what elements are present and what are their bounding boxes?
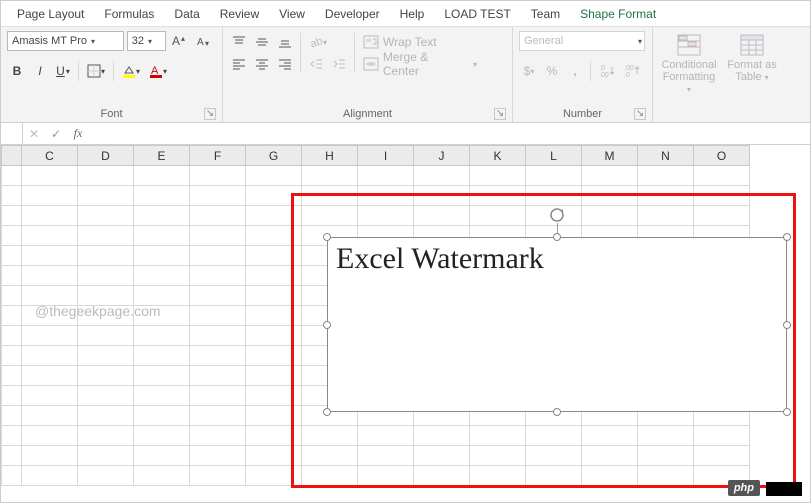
font-size-value: 32 bbox=[132, 35, 144, 47]
increase-indent-button[interactable] bbox=[329, 54, 349, 74]
column-header[interactable]: I bbox=[358, 146, 414, 166]
percent-format-button[interactable]: % bbox=[542, 61, 562, 81]
align-middle-button[interactable] bbox=[252, 32, 272, 52]
svg-text:▾: ▾ bbox=[205, 39, 209, 48]
decrease-font-size-button[interactable]: A▾ bbox=[194, 31, 216, 51]
orientation-button[interactable]: ab▾ bbox=[306, 32, 330, 52]
conditional-formatting-icon bbox=[676, 33, 702, 57]
resize-handle[interactable] bbox=[783, 233, 791, 241]
align-bottom-button[interactable] bbox=[275, 32, 295, 52]
ribbon: Amasis MT Pro ▾ 32 ▾ A▴ A▾ B I U▾ bbox=[1, 27, 810, 123]
align-left-button[interactable] bbox=[229, 54, 249, 74]
textbox-shape[interactable]: Excel Watermark bbox=[327, 237, 787, 412]
format-as-table-icon bbox=[739, 33, 765, 57]
column-header[interactable]: G bbox=[246, 146, 302, 166]
svg-text:A: A bbox=[197, 37, 204, 48]
svg-text:.00: .00 bbox=[599, 72, 609, 78]
wrap-text-button[interactable]: ab Wrap Text bbox=[360, 32, 480, 52]
resize-handle[interactable] bbox=[323, 408, 331, 416]
italic-button[interactable]: I bbox=[30, 61, 50, 81]
bold-button[interactable]: B bbox=[7, 61, 27, 81]
tab-formulas[interactable]: Formulas bbox=[94, 3, 164, 26]
name-box[interactable] bbox=[1, 123, 23, 144]
tab-help[interactable]: Help bbox=[390, 3, 435, 26]
php-badge: php bbox=[728, 480, 760, 496]
tab-developer[interactable]: Developer bbox=[315, 3, 390, 26]
chevron-down-icon: ▾ bbox=[148, 37, 152, 46]
tab-page-layout[interactable]: Page Layout bbox=[7, 3, 94, 26]
number-dialog-launcher[interactable]: ↘ bbox=[634, 108, 646, 120]
rotate-handle-icon[interactable] bbox=[549, 207, 565, 223]
column-header[interactable]: J bbox=[414, 146, 470, 166]
column-header[interactable]: K bbox=[470, 146, 526, 166]
tab-data[interactable]: Data bbox=[164, 3, 209, 26]
tab-load-test[interactable]: LOAD TEST bbox=[434, 3, 520, 26]
tab-review[interactable]: Review bbox=[210, 3, 269, 26]
decrease-decimal-button[interactable]: .00.0 bbox=[621, 61, 643, 81]
worksheet-grid[interactable]: C D E F G H I J K L M N O /*rows generat… bbox=[1, 145, 810, 502]
resize-handle[interactable] bbox=[783, 408, 791, 416]
font-name-dropdown[interactable]: Amasis MT Pro ▾ bbox=[7, 31, 124, 51]
watermark-text: @thegeekpage.com bbox=[35, 303, 161, 319]
ribbon-tabs: Page Layout Formulas Data Review View De… bbox=[1, 1, 810, 27]
align-center-button[interactable] bbox=[252, 54, 272, 74]
black-badge bbox=[766, 482, 802, 496]
tab-team[interactable]: Team bbox=[521, 3, 570, 26]
fill-color-button[interactable]: ▾ bbox=[119, 61, 143, 81]
accounting-format-button[interactable]: $▾ bbox=[519, 61, 539, 81]
alignment-group-label: Alignment ↘ bbox=[229, 106, 506, 120]
column-header[interactable]: O bbox=[694, 146, 750, 166]
svg-text:ab: ab bbox=[309, 35, 323, 49]
borders-button[interactable]: ▾ bbox=[84, 61, 108, 81]
tab-shape-format[interactable]: Shape Format bbox=[570, 3, 666, 26]
decrease-indent-button[interactable] bbox=[306, 54, 326, 74]
column-header[interactable]: N bbox=[638, 146, 694, 166]
formula-bar: ✕ ✓ fx bbox=[1, 123, 810, 145]
column-header[interactable]: H bbox=[302, 146, 358, 166]
number-format-dropdown[interactable]: General ▾ bbox=[519, 31, 645, 51]
enter-formula-icon[interactable]: ✓ bbox=[45, 127, 67, 141]
resize-handle[interactable] bbox=[553, 233, 561, 241]
resize-handle[interactable] bbox=[783, 321, 791, 329]
font-group-label: Font ↘ bbox=[7, 106, 216, 120]
resize-handle[interactable] bbox=[323, 321, 331, 329]
formula-input[interactable] bbox=[89, 123, 810, 144]
svg-text:.0: .0 bbox=[599, 65, 605, 72]
column-header[interactable]: E bbox=[134, 146, 190, 166]
resize-handle[interactable] bbox=[553, 408, 561, 416]
font-name-value: Amasis MT Pro bbox=[12, 35, 87, 47]
column-header[interactable]: C bbox=[22, 146, 78, 166]
align-top-button[interactable] bbox=[229, 32, 249, 52]
svg-text:ab: ab bbox=[366, 38, 372, 44]
svg-text:▴: ▴ bbox=[181, 34, 185, 43]
select-all-corner[interactable] bbox=[2, 146, 22, 166]
increase-font-size-button[interactable]: A▴ bbox=[169, 31, 191, 51]
comma-format-button[interactable]: , bbox=[565, 61, 585, 81]
resize-handle[interactable] bbox=[323, 233, 331, 241]
column-header[interactable]: D bbox=[78, 146, 134, 166]
column-header[interactable]: L bbox=[526, 146, 582, 166]
cancel-formula-icon: ✕ bbox=[23, 127, 45, 141]
increase-decimal-button[interactable]: .0.00 bbox=[596, 61, 618, 81]
underline-button[interactable]: U▾ bbox=[53, 61, 73, 81]
svg-text:A: A bbox=[172, 34, 180, 48]
align-right-button[interactable] bbox=[275, 54, 295, 74]
format-as-table-button[interactable]: Format asTable ▾ bbox=[722, 31, 782, 85]
chevron-down-icon: ▾ bbox=[91, 37, 95, 46]
column-header[interactable]: F bbox=[190, 146, 246, 166]
svg-text:.00: .00 bbox=[624, 65, 634, 72]
font-size-dropdown[interactable]: 32 ▾ bbox=[127, 31, 167, 51]
tab-view[interactable]: View bbox=[269, 3, 315, 26]
alignment-dialog-launcher[interactable]: ↘ bbox=[494, 108, 506, 120]
number-group-label: Number ↘ bbox=[519, 106, 646, 120]
conditional-formatting-button[interactable]: ConditionalFormatting ▾ bbox=[659, 31, 719, 97]
shape-text[interactable]: Excel Watermark bbox=[328, 238, 786, 280]
font-dialog-launcher[interactable]: ↘ bbox=[204, 108, 216, 120]
column-header[interactable]: M bbox=[582, 146, 638, 166]
font-color-button[interactable]: A▾ bbox=[146, 61, 170, 81]
svg-text:.0: .0 bbox=[624, 72, 630, 78]
fx-icon[interactable]: fx bbox=[67, 126, 89, 141]
merge-center-button[interactable]: Merge & Center▾ bbox=[360, 54, 480, 74]
